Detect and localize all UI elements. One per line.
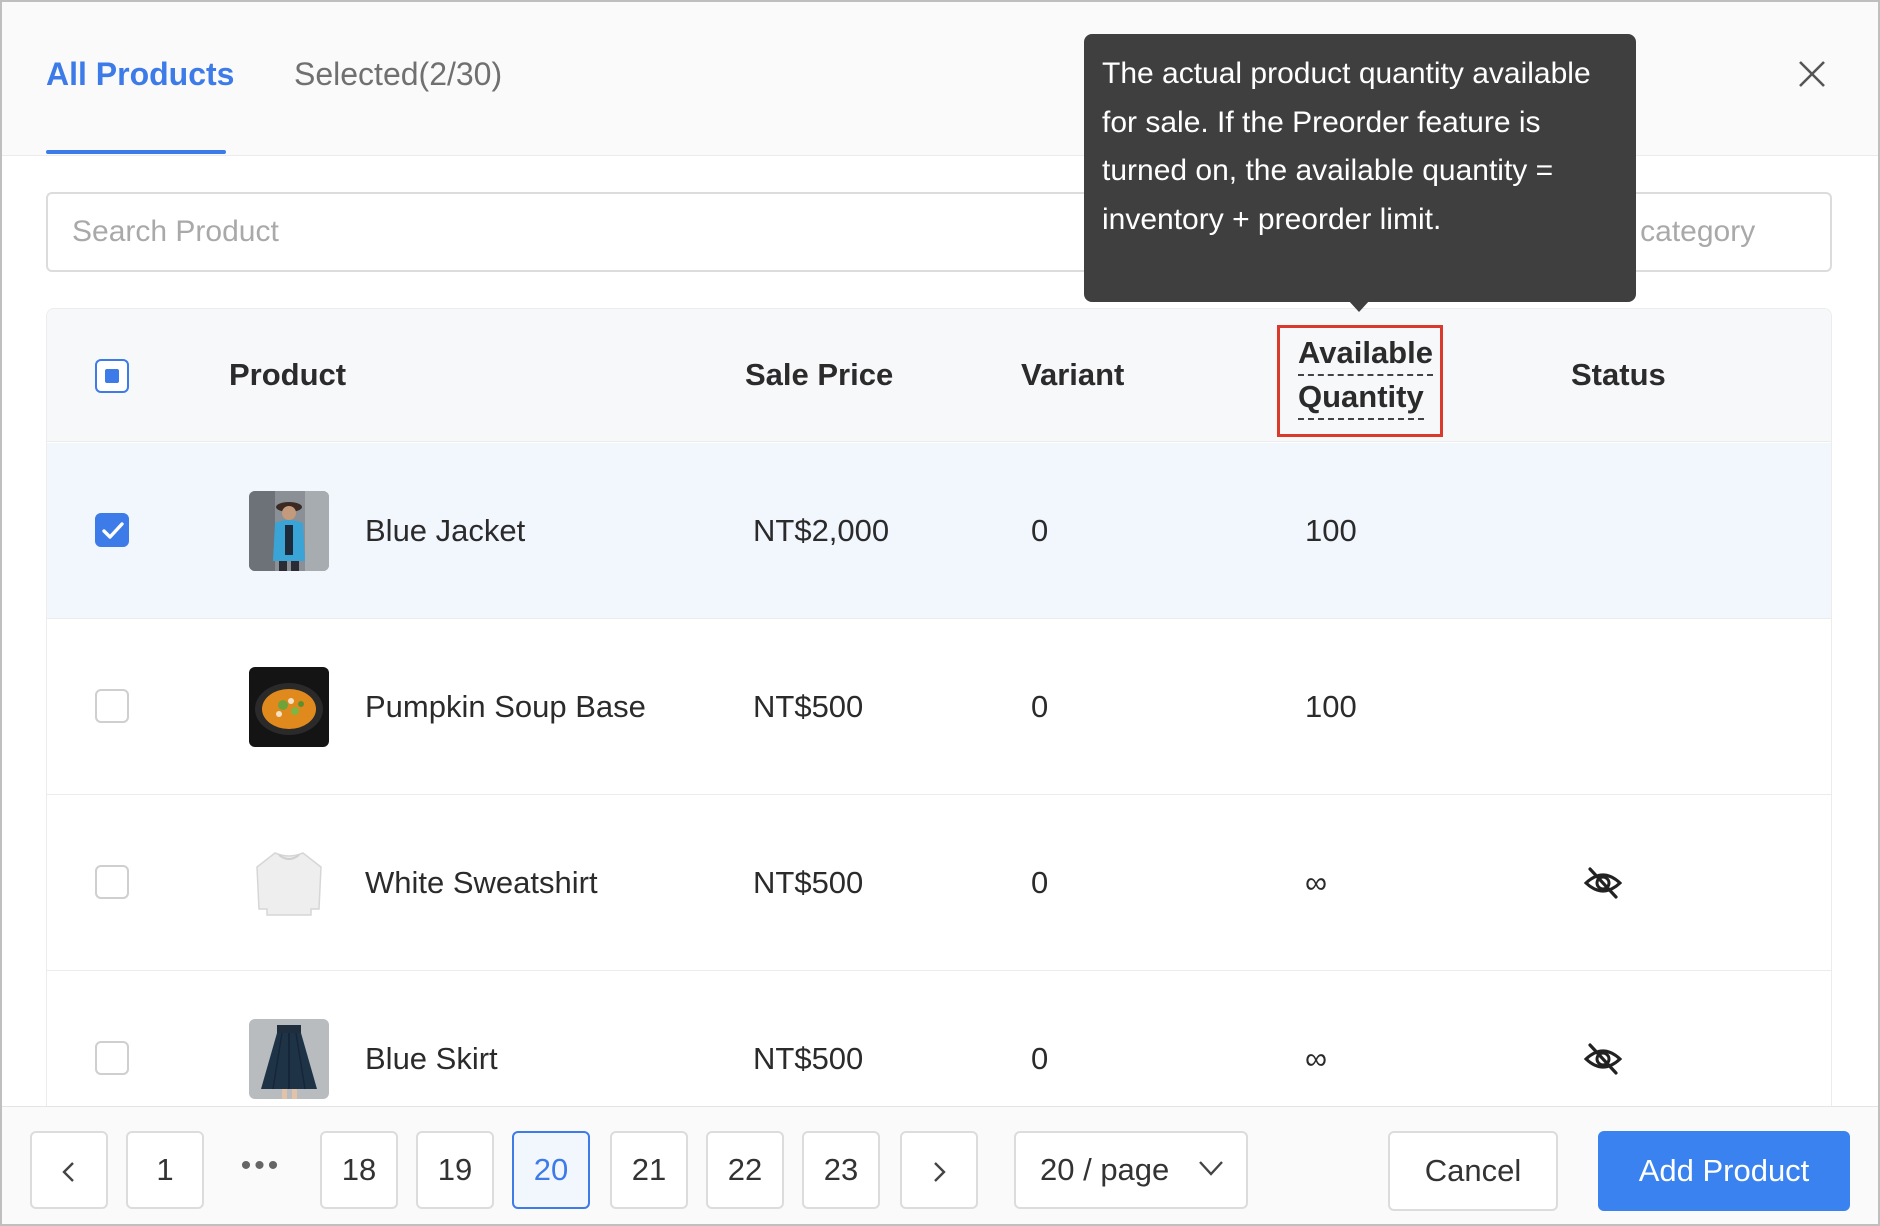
eye-hidden-icon bbox=[1583, 1043, 1623, 1075]
product-name: Blue Skirt bbox=[365, 1041, 498, 1076]
table-row[interactable]: Pumpkin Soup Base NT$500 0 100 bbox=[47, 619, 1831, 795]
tab-all-products[interactable]: All Products bbox=[46, 54, 234, 94]
chevron-down-icon bbox=[1199, 1161, 1223, 1176]
available-quantity-label-line2: Quantity bbox=[1298, 376, 1424, 420]
product-variant-count: 0 bbox=[1031, 865, 1049, 900]
column-header-sale-price: Sale Price bbox=[745, 357, 894, 392]
column-header-product: Product bbox=[229, 357, 347, 392]
close-icon bbox=[1799, 61, 1825, 87]
product-variant-count: 0 bbox=[1031, 689, 1049, 724]
tooltip-arrow bbox=[1348, 300, 1370, 312]
product-variant-count: 0 bbox=[1031, 1041, 1049, 1076]
product-name: Blue Jacket bbox=[365, 513, 526, 548]
product-variant-count: 0 bbox=[1031, 513, 1049, 548]
product-thumbnail-pumpkin-soup bbox=[249, 667, 329, 747]
status-hidden-toggle[interactable] bbox=[1583, 1041, 1623, 1077]
row-checkbox[interactable] bbox=[95, 689, 129, 723]
chevron-left-icon bbox=[62, 1161, 74, 1182]
table-row[interactable]: Blue Jacket NT$2,000 0 100 bbox=[47, 443, 1831, 619]
product-name: White Sweatshirt bbox=[365, 865, 598, 900]
product-available-quantity: 100 bbox=[1305, 513, 1357, 548]
status-hidden-toggle[interactable] bbox=[1583, 865, 1623, 901]
pagination-page-18[interactable]: 18 bbox=[320, 1131, 398, 1209]
pagination-page-19[interactable]: 19 bbox=[416, 1131, 494, 1209]
pagination-page-23[interactable]: 23 bbox=[802, 1131, 880, 1209]
product-table: Product Sale Price Variant Available Qua… bbox=[46, 308, 1832, 1108]
product-name: Pumpkin Soup Base bbox=[365, 689, 646, 724]
table-header: Product Sale Price Variant Available Qua… bbox=[47, 309, 1831, 442]
table-row[interactable]: Blue Skirt NT$500 0 ∞ bbox=[47, 971, 1831, 1107]
column-header-available-quantity[interactable]: Available Quantity bbox=[1277, 325, 1443, 437]
page-size-value: 20 / page bbox=[1040, 1152, 1170, 1187]
product-price: NT$500 bbox=[753, 689, 864, 724]
product-available-quantity: ∞ bbox=[1305, 1041, 1328, 1076]
column-header-variant: Variant bbox=[1021, 357, 1125, 392]
product-available-quantity: 100 bbox=[1305, 689, 1357, 724]
pagination-prev-button[interactable] bbox=[30, 1131, 108, 1209]
product-price: NT$500 bbox=[753, 865, 864, 900]
page-size-select[interactable]: 20 / page bbox=[1014, 1131, 1248, 1209]
pagination-page-22[interactable]: 22 bbox=[706, 1131, 784, 1209]
checkmark-icon bbox=[102, 522, 124, 539]
add-product-button[interactable]: Add Product bbox=[1598, 1131, 1850, 1211]
pagination-page-20-current[interactable]: 20 bbox=[512, 1131, 590, 1209]
select-all-checkbox[interactable] bbox=[95, 359, 129, 393]
tab-selected-products[interactable]: Selected(2/30) bbox=[294, 54, 502, 94]
column-header-status: Status bbox=[1571, 357, 1666, 392]
product-price: NT$2,000 bbox=[753, 513, 890, 548]
pagination-page-1[interactable]: 1 bbox=[126, 1131, 204, 1209]
eye-hidden-icon bbox=[1583, 867, 1623, 899]
pagination-ellipsis[interactable]: ••• bbox=[222, 1131, 300, 1209]
chevron-right-icon bbox=[934, 1161, 946, 1182]
row-checkbox[interactable] bbox=[95, 513, 129, 547]
product-thumbnail-blue-jacket bbox=[249, 491, 329, 571]
pagination-next-button[interactable] bbox=[900, 1131, 978, 1209]
available-quantity-label-line1: Available bbox=[1298, 332, 1433, 376]
row-checkbox[interactable] bbox=[95, 865, 129, 899]
product-picker-dialog: All Products Selected(2/30) Choose produ… bbox=[0, 0, 1880, 1226]
active-tab-indicator bbox=[46, 150, 226, 154]
product-thumbnail-blue-skirt bbox=[249, 1019, 329, 1099]
product-price: NT$500 bbox=[753, 1041, 864, 1076]
product-thumbnail-white-sweatshirt bbox=[249, 843, 329, 923]
available-quantity-tooltip: The actual product quantity available fo… bbox=[1084, 34, 1636, 302]
table-row[interactable]: White Sweatshirt NT$500 0 ∞ bbox=[47, 795, 1831, 971]
pagination-page-21[interactable]: 21 bbox=[610, 1131, 688, 1209]
cancel-button[interactable]: Cancel bbox=[1388, 1131, 1558, 1211]
row-checkbox[interactable] bbox=[95, 1041, 129, 1075]
close-button[interactable] bbox=[1794, 54, 1830, 94]
product-available-quantity: ∞ bbox=[1305, 865, 1328, 900]
dialog-footer: 1 ••• 18 19 20 21 22 23 20 / page Cancel… bbox=[2, 1106, 1878, 1224]
